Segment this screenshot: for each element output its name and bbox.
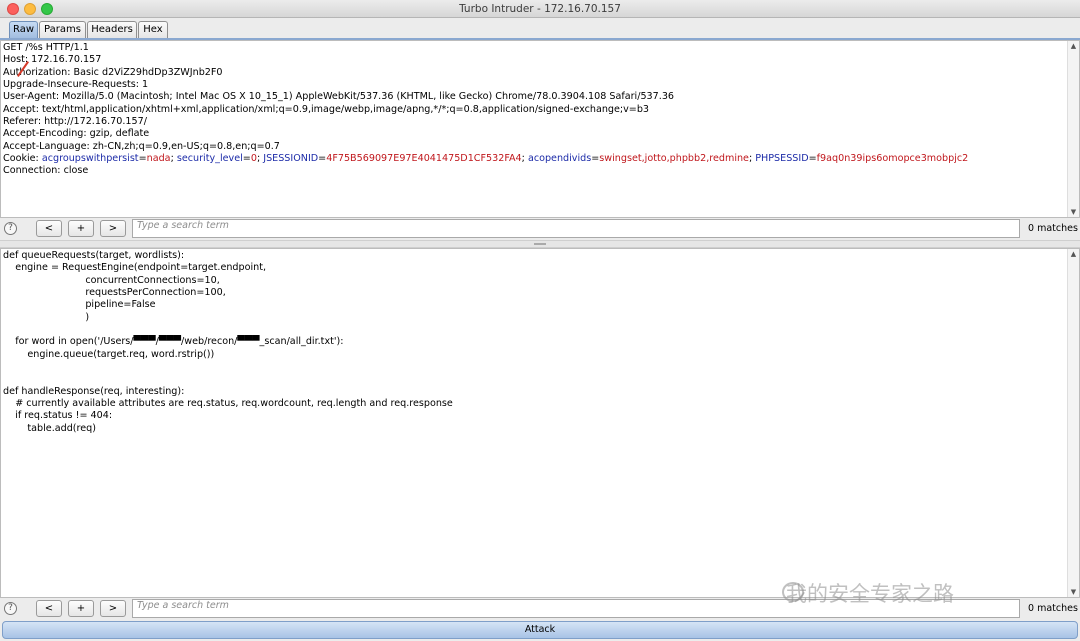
code-line: def handleResponse(req, interesting):	[3, 385, 185, 397]
help-icon[interactable]: ?	[4, 602, 17, 615]
code-line: if req.status != 404:	[3, 410, 113, 422]
request-line: Upgrade-Insecure-Requests: 1	[3, 79, 149, 91]
scroll-up-icon[interactable]: ▲	[1068, 249, 1079, 259]
request-line: Accept-Encoding: gzip, deflate	[3, 128, 150, 140]
request-line: Authorization: Basic d2ViZ29hdDp3ZWJnb2F…	[3, 66, 223, 78]
title-bar: Turbo Intruder - 172.16.70.157	[0, 0, 1080, 18]
window-title: Turbo Intruder - 172.16.70.157	[459, 3, 621, 15]
code-line: table.add(req)	[3, 422, 97, 434]
cookie-value: 4F75B569097E97E4041475D1CF532FA4	[326, 153, 522, 165]
close-window-icon[interactable]	[7, 3, 19, 15]
next-match-button[interactable]: >	[100, 600, 126, 617]
request-search-bar: ? < + > Type a search term 0 matches	[0, 218, 1080, 240]
script-editor[interactable]: def queueRequests(target, wordlists): en…	[0, 248, 1080, 598]
code-line: engine.queue(target.req, word.rstrip())	[3, 348, 215, 360]
request-view-tabs: Raw Params Headers Hex	[0, 18, 1080, 39]
cookie-name: acopendivids	[527, 153, 592, 165]
minimize-window-icon[interactable]	[24, 3, 36, 15]
tab-headers[interactable]: Headers	[87, 21, 137, 39]
request-line: Connection: close	[3, 165, 89, 177]
help-icon[interactable]: ?	[4, 222, 17, 235]
request-line: GET /%s HTTP/1.1	[3, 42, 89, 53]
request-line: User-Agent: Mozilla/5.0 (Macintosh; Inte…	[3, 91, 675, 103]
maximize-window-icon[interactable]	[41, 3, 53, 15]
request-line: Accept: text/html,application/xhtml+xml,…	[3, 103, 650, 115]
scroll-up-icon[interactable]: ▲	[1068, 41, 1079, 51]
code-line: requestsPerConnection=100,	[3, 287, 226, 299]
code-line: def queueRequests(target, wordlists):	[3, 250, 185, 261]
request-lines: GET /%s HTTP/1.1 Host: 172.16.70.157 Aut…	[3, 42, 1065, 178]
drag-handle-icon[interactable]	[534, 243, 546, 245]
request-line: Accept-Language: zh-CN,zh;q=0.9,en-US;q=…	[3, 140, 280, 152]
request-scrollbar[interactable]: ▲ ▼	[1067, 41, 1079, 217]
previous-match-button[interactable]: <	[36, 220, 62, 237]
request-line: Referer: http://172.16.70.157/	[3, 116, 147, 128]
split-divider[interactable]	[0, 240, 1080, 248]
attack-button[interactable]: Attack	[2, 621, 1078, 639]
request-line: Host: 172.16.70.157	[3, 54, 102, 66]
code-line: )	[3, 311, 90, 323]
code-line: for word in open('/Users/▀▀▀/▀▀▀/web/rec…	[3, 336, 344, 348]
tab-params[interactable]: Params	[39, 21, 86, 39]
cookie-name: acgroupswithpersist	[41, 153, 139, 165]
script-lines: def queueRequests(target, wordlists): en…	[3, 250, 1065, 435]
code-line: engine = RequestEngine(endpoint=target.e…	[3, 262, 267, 274]
match-count: 0 matches	[1028, 603, 1078, 614]
add-search-button[interactable]: +	[68, 220, 94, 237]
watermark: 我的安全专家之路	[786, 582, 954, 606]
cookie-name: PHPSESSID	[755, 153, 809, 165]
cookie-line: Cookie: acgroupswithpersist=nada; securi…	[3, 153, 969, 165]
tab-hex[interactable]: Hex	[138, 21, 168, 39]
code-line: pipeline=False	[3, 299, 156, 311]
code-line: concurrentConnections=10,	[3, 274, 220, 286]
tab-raw[interactable]: Raw	[9, 21, 38, 39]
cookie-name: security_level	[176, 153, 243, 165]
cookie-value: 0	[250, 153, 257, 165]
request-editor[interactable]: GET /%s HTTP/1.1 Host: 172.16.70.157 Aut…	[0, 40, 1080, 218]
cookie-name: JSESSIONID	[263, 153, 319, 165]
search-input[interactable]: Type a search term	[132, 219, 1020, 238]
scroll-down-icon[interactable]: ▼	[1068, 587, 1079, 597]
add-search-button[interactable]: +	[68, 600, 94, 617]
cookie-value: f9aq0n39ips6omopce3mobpjc2	[816, 153, 969, 165]
cookie-value: nada	[146, 153, 171, 165]
cookie-label: Cookie:	[3, 153, 42, 165]
scroll-down-icon[interactable]: ▼	[1068, 207, 1079, 217]
next-match-button[interactable]: >	[100, 220, 126, 237]
previous-match-button[interactable]: <	[36, 600, 62, 617]
code-line: # currently available attributes are req…	[3, 398, 453, 410]
cookie-value: swingset,jotto,phpbb2,redmine	[599, 153, 749, 165]
match-count: 0 matches	[1028, 223, 1078, 234]
script-scrollbar[interactable]: ▲ ▼	[1067, 249, 1079, 597]
